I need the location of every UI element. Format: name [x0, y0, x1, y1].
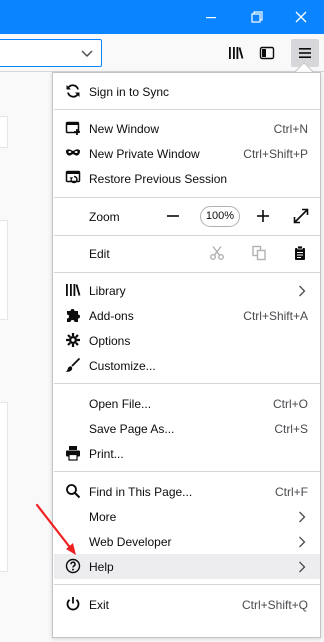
menu-item-library[interactable]: Library: [54, 278, 320, 303]
zoom-reset-button[interactable]: 100%: [200, 206, 240, 227]
close-icon: [295, 11, 307, 23]
app-menu-panel: Sign in to Sync New Window Ctrl+N New Pr…: [52, 72, 321, 638]
menu-item-label: Options: [89, 334, 131, 348]
library-icon: [65, 282, 81, 298]
menu-item-web-developer[interactable]: Web Developer: [54, 529, 320, 554]
menu-separator: [54, 235, 320, 236]
menu-item-print[interactable]: Print...: [54, 441, 320, 466]
restore-button[interactable]: [234, 0, 280, 34]
hamburger-menu-icon: [299, 48, 311, 58]
zoom-out-button[interactable]: [162, 205, 184, 227]
puzzle-piece-icon: [65, 307, 81, 323]
menu-item-label: Add-ons: [89, 309, 134, 323]
menu-item-label: Exit: [89, 598, 110, 612]
fullscreen-button[interactable]: [290, 205, 312, 227]
shortcut-label: Ctrl+Shift+Q: [241, 598, 308, 612]
chevron-right-icon: [299, 511, 306, 523]
menu-item-label: New Window: [89, 122, 160, 136]
menu-item-sign-in-to-sync[interactable]: Sign in to Sync: [54, 79, 320, 104]
menu-item-find-in-page[interactable]: Find in This Page... Ctrl+F: [54, 479, 320, 504]
menu-item-label: Web Developer: [89, 535, 172, 549]
menu-separator: [54, 383, 320, 384]
library-icon: [229, 47, 244, 59]
menu-item-help[interactable]: Help: [54, 554, 320, 579]
cut-icon: [210, 246, 224, 260]
menu-item-new-private-window[interactable]: New Private Window Ctrl+Shift+P: [54, 141, 320, 166]
menu-separator: [54, 584, 320, 585]
printer-icon: [65, 445, 81, 461]
shortcut-label: Ctrl+S: [274, 422, 308, 436]
menu-item-options[interactable]: Options: [54, 328, 320, 353]
help-icon: [65, 558, 81, 574]
menu-item-label: Edit: [89, 247, 110, 261]
plus-icon: [257, 210, 269, 222]
sidebar-button[interactable]: [253, 39, 281, 67]
chevron-right-icon: [299, 536, 306, 548]
menu-item-label: More: [89, 510, 117, 524]
paintbrush-icon: [65, 357, 81, 373]
close-button[interactable]: [278, 0, 324, 34]
paste-button[interactable]: [289, 242, 311, 264]
shortcut-label: Ctrl+N: [273, 122, 308, 136]
page-card: [0, 220, 8, 320]
cut-button[interactable]: [206, 242, 228, 264]
copy-icon: [252, 245, 266, 261]
menu-item-label: Print...: [89, 447, 124, 461]
menu-item-label: Customize...: [89, 359, 156, 373]
sidebar-icon: [259, 46, 275, 60]
minimize-icon: [206, 17, 216, 19]
menu-item-edit: Edit: [54, 241, 320, 266]
minimize-button[interactable]: [188, 0, 234, 34]
shortcut-label: Ctrl+O: [272, 397, 308, 411]
page-card: [0, 402, 8, 572]
nav-toolbar: [0, 34, 324, 72]
menu-separator: [54, 197, 320, 198]
restore-icon: [251, 11, 263, 23]
chevron-down-icon[interactable]: [80, 46, 94, 60]
annotation-arrow-icon: [35, 503, 76, 555]
menu-item-new-window[interactable]: New Window Ctrl+N: [54, 116, 320, 141]
menu-item-label: Save Page As...: [89, 422, 175, 436]
restore-session-icon: [65, 170, 81, 186]
gear-icon: [65, 332, 81, 348]
menu-item-zoom: Zoom 100%: [54, 204, 320, 229]
sync-icon: [65, 83, 81, 99]
menu-item-open-file[interactable]: Open File... Ctrl+O: [54, 391, 320, 416]
menu-item-label: Zoom: [89, 210, 120, 224]
page-card: [0, 116, 8, 148]
menu-item-customize[interactable]: Customize...: [54, 353, 320, 378]
chevron-right-icon: [299, 561, 306, 573]
menu-separator: [54, 272, 320, 273]
power-icon: [65, 596, 81, 612]
menu-item-exit[interactable]: Exit Ctrl+Shift+Q: [54, 592, 320, 617]
menu-item-label: Sign in to Sync: [89, 85, 170, 99]
menu-item-label: Find in This Page...: [89, 485, 193, 499]
menu-item-label: Open File...: [89, 397, 152, 411]
menu-item-save-page[interactable]: Save Page As... Ctrl+S: [54, 416, 320, 441]
menu-item-add-ons[interactable]: Add-ons Ctrl+Shift+A: [54, 303, 320, 328]
paste-icon: [295, 245, 305, 260]
shortcut-label: Ctrl+Shift+P: [243, 147, 308, 161]
minus-icon: [167, 215, 179, 217]
title-bar: [0, 0, 324, 34]
search-icon: [65, 483, 81, 499]
new-window-icon: [65, 120, 81, 136]
private-mask-icon: [65, 145, 81, 161]
url-bar[interactable]: [0, 39, 102, 67]
chevron-right-icon: [299, 285, 306, 297]
menu-item-label: Restore Previous Session: [89, 172, 228, 186]
shortcut-label: Ctrl+Shift+A: [243, 309, 308, 323]
menu-separator: [54, 109, 320, 110]
menu-item-label: Library: [89, 284, 126, 298]
menu-separator: [54, 471, 320, 472]
copy-button[interactable]: [248, 242, 270, 264]
menu-item-more[interactable]: More: [54, 504, 320, 529]
library-button[interactable]: [222, 39, 250, 67]
fullscreen-icon: [293, 208, 309, 224]
zoom-in-button[interactable]: [252, 205, 274, 227]
menu-item-label: Help: [89, 560, 114, 574]
shortcut-label: Ctrl+F: [275, 485, 308, 499]
menu-item-restore-session[interactable]: Restore Previous Session: [54, 166, 320, 191]
menu-item-label: New Private Window: [89, 147, 200, 161]
